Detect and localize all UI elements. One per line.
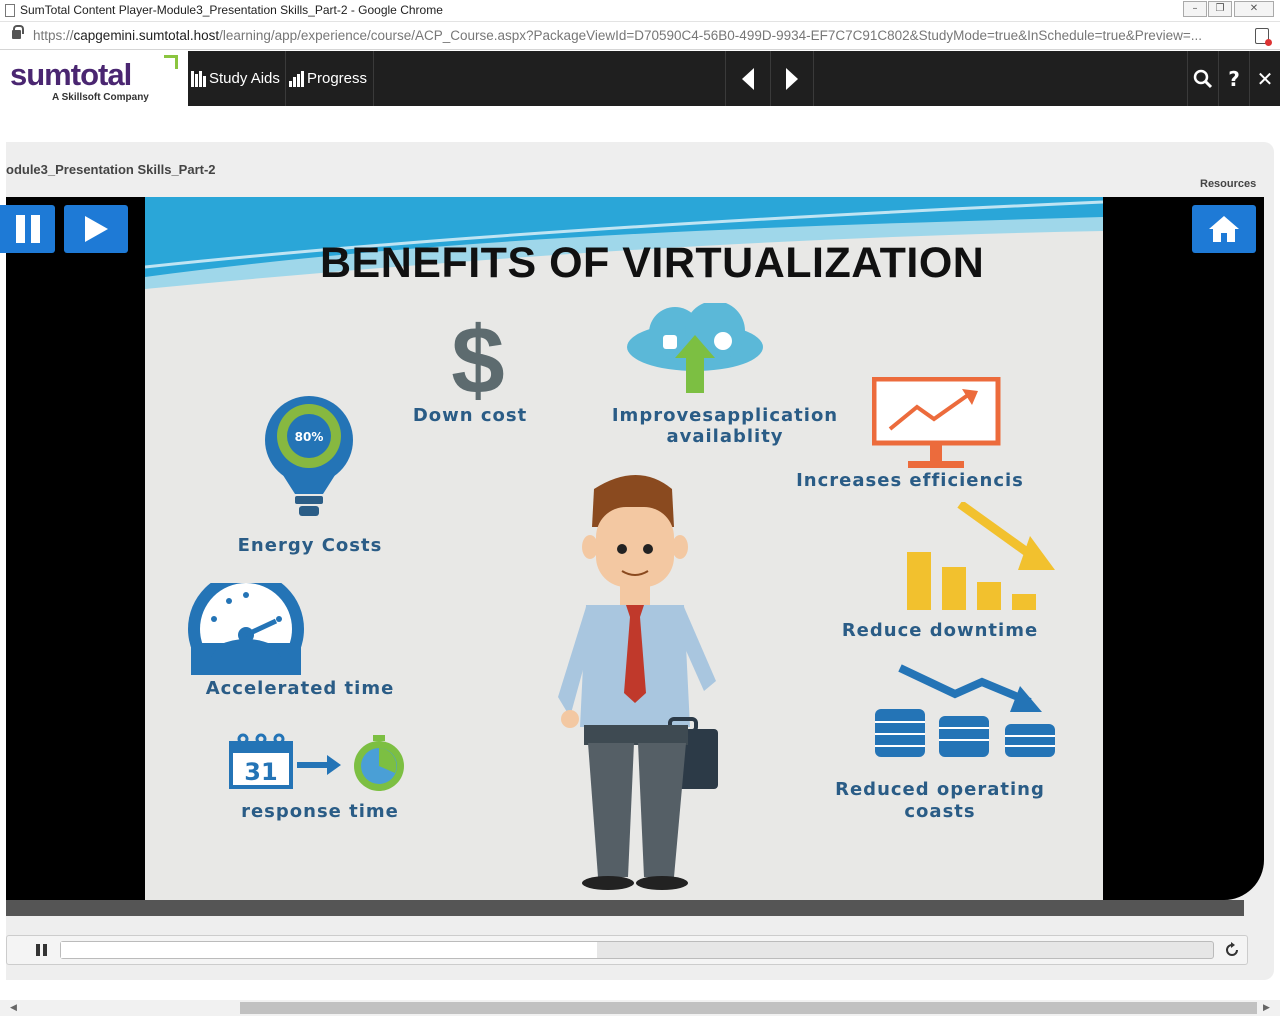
- calendar-stopwatch-icon: 31: [229, 733, 404, 791]
- window-close-icon[interactable]: ✕: [1234, 1, 1274, 17]
- slide-title: BENEFITS OF VIRTUALIZATION: [320, 239, 985, 287]
- declining-bars-icon: [907, 502, 1055, 610]
- seek-bar-progress: [61, 942, 597, 958]
- label-improves-app-1: Improvesapplication: [611, 405, 839, 426]
- label-down-cost: Down cost: [412, 405, 528, 426]
- module-title: odule3_Presentation Skills_Part-2: [6, 162, 216, 177]
- url-path: /learning/app/experience/course/ACP_Cour…: [219, 28, 1202, 43]
- label-improves-app-2: availablity: [666, 426, 784, 447]
- restore-icon[interactable]: ❐: [1208, 1, 1232, 17]
- monitor-chart-icon: [872, 377, 1001, 468]
- page-icon: [5, 4, 15, 17]
- replay-icon: [1226, 942, 1238, 956]
- coin-stacks-icon: [875, 664, 1055, 757]
- search-icon: [1193, 69, 1213, 88]
- calendar-day-text: 31: [244, 758, 277, 786]
- scroll-left-icon[interactable]: ◀: [10, 1003, 17, 1013]
- lightbulb-icon: 80%: [265, 396, 353, 516]
- cloud-icon: [627, 303, 763, 393]
- logo-tagline: A Skillsoft Company: [52, 92, 149, 103]
- url-host: capgemini.sumtotal.host: [73, 28, 220, 43]
- label-reduced-op-1: Reduced operating: [835, 779, 1045, 800]
- pause-icon: [15, 215, 40, 243]
- resources-link[interactable]: Resources: [1200, 178, 1256, 190]
- label-energy-costs: Energy Costs: [237, 535, 383, 556]
- label-reduced-op-2: coasts: [904, 801, 976, 822]
- study-aids-label: Study Aids: [209, 70, 280, 87]
- close-icon: ✕: [1256, 66, 1274, 91]
- progress-label: Progress: [307, 70, 368, 87]
- replay-button[interactable]: [1222, 941, 1242, 959]
- label-increases-eff: Increases efficiencis: [796, 470, 1024, 491]
- study-aids-icon: [191, 70, 206, 87]
- stage-footer: [6, 900, 1244, 916]
- url-text[interactable]: https://capgemini.sumtotal.host/learning…: [33, 28, 1243, 43]
- label-reduce-downtime: Reduce downtime: [841, 620, 1039, 641]
- window-title: SumTotal Content Player-Module3_Presenta…: [20, 3, 443, 17]
- play-overlay-button[interactable]: [64, 205, 128, 253]
- label-response-time: response time: [241, 801, 399, 822]
- pause-overlay-button[interactable]: [0, 205, 55, 253]
- home-icon: [1209, 216, 1239, 242]
- progress-icon: [289, 70, 304, 87]
- study-aids-button[interactable]: Study Aids: [188, 51, 286, 106]
- svg-text:$: $: [451, 313, 504, 403]
- pause-control-button[interactable]: [32, 941, 52, 959]
- chevron-left-icon: [741, 67, 754, 90]
- close-player-button[interactable]: ✕: [1249, 51, 1280, 106]
- gauge-icon: [188, 583, 304, 675]
- play-icon: [85, 216, 108, 242]
- bulb-percent-text: 80%: [295, 430, 324, 444]
- lock-icon: [12, 25, 24, 39]
- dollar-icon: $: [451, 313, 504, 403]
- search-button[interactable]: [1187, 51, 1218, 106]
- previous-button[interactable]: [725, 51, 769, 106]
- url-scheme: https://: [33, 28, 74, 43]
- pause-small-icon: [36, 944, 47, 956]
- blocked-popup-icon[interactable]: [1255, 28, 1272, 46]
- help-icon: ?: [1228, 66, 1240, 91]
- label-accelerated-time: Accelerated time: [205, 678, 395, 699]
- minimize-icon[interactable]: –: [1183, 1, 1207, 17]
- businessman-illustration: [558, 475, 718, 890]
- chevron-right-icon: [786, 67, 798, 90]
- scrollbar-thumb[interactable]: [240, 1002, 1257, 1014]
- address-bar[interactable]: https://capgemini.sumtotal.host/learning…: [0, 22, 1280, 50]
- slide: BENEFITS OF VIRTUALIZATION $ Down cost I…: [145, 197, 1103, 900]
- help-button[interactable]: ?: [1218, 51, 1249, 106]
- home-button[interactable]: [1192, 205, 1256, 253]
- scroll-right-icon[interactable]: ▶: [1263, 1003, 1270, 1013]
- logo-name: sumtotal: [10, 57, 132, 92]
- browser-title-bar: SumTotal Content Player-Module3_Presenta…: [0, 0, 1280, 22]
- logo-tick-icon: [164, 55, 178, 69]
- progress-button[interactable]: Progress: [286, 51, 374, 106]
- sumtotal-logo: sumtotal A Skillsoft Company: [0, 51, 188, 106]
- next-button[interactable]: [770, 51, 814, 106]
